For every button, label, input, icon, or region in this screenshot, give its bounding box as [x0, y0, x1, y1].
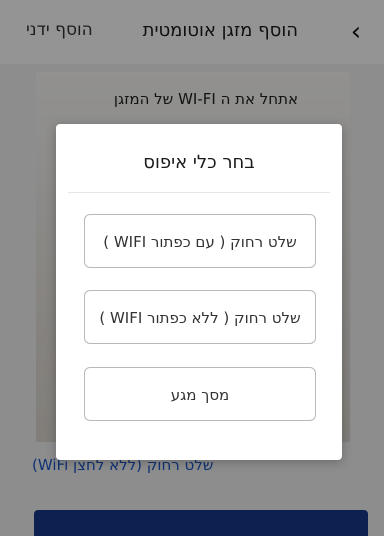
remote-with-wifi-button[interactable]: שלט רחוק ( עם כפתור WIFI ) — [84, 214, 316, 268]
remote-without-wifi-button[interactable]: שלט רחוק ( ללא כפתור WIFI ) — [84, 290, 316, 344]
app-screen: › הוסף מזגן אוטומטית הוסף ידני אתחל את ה… — [0, 0, 384, 536]
reset-tool-dialog: בחר כלי איפוס שלט רחוק ( עם כפתור WIFI )… — [56, 124, 342, 460]
dialog-title: בחר כלי איפוס — [143, 152, 255, 173]
touch-screen-button[interactable]: מסך מגע — [84, 367, 316, 421]
dialog-divider — [68, 192, 330, 193]
